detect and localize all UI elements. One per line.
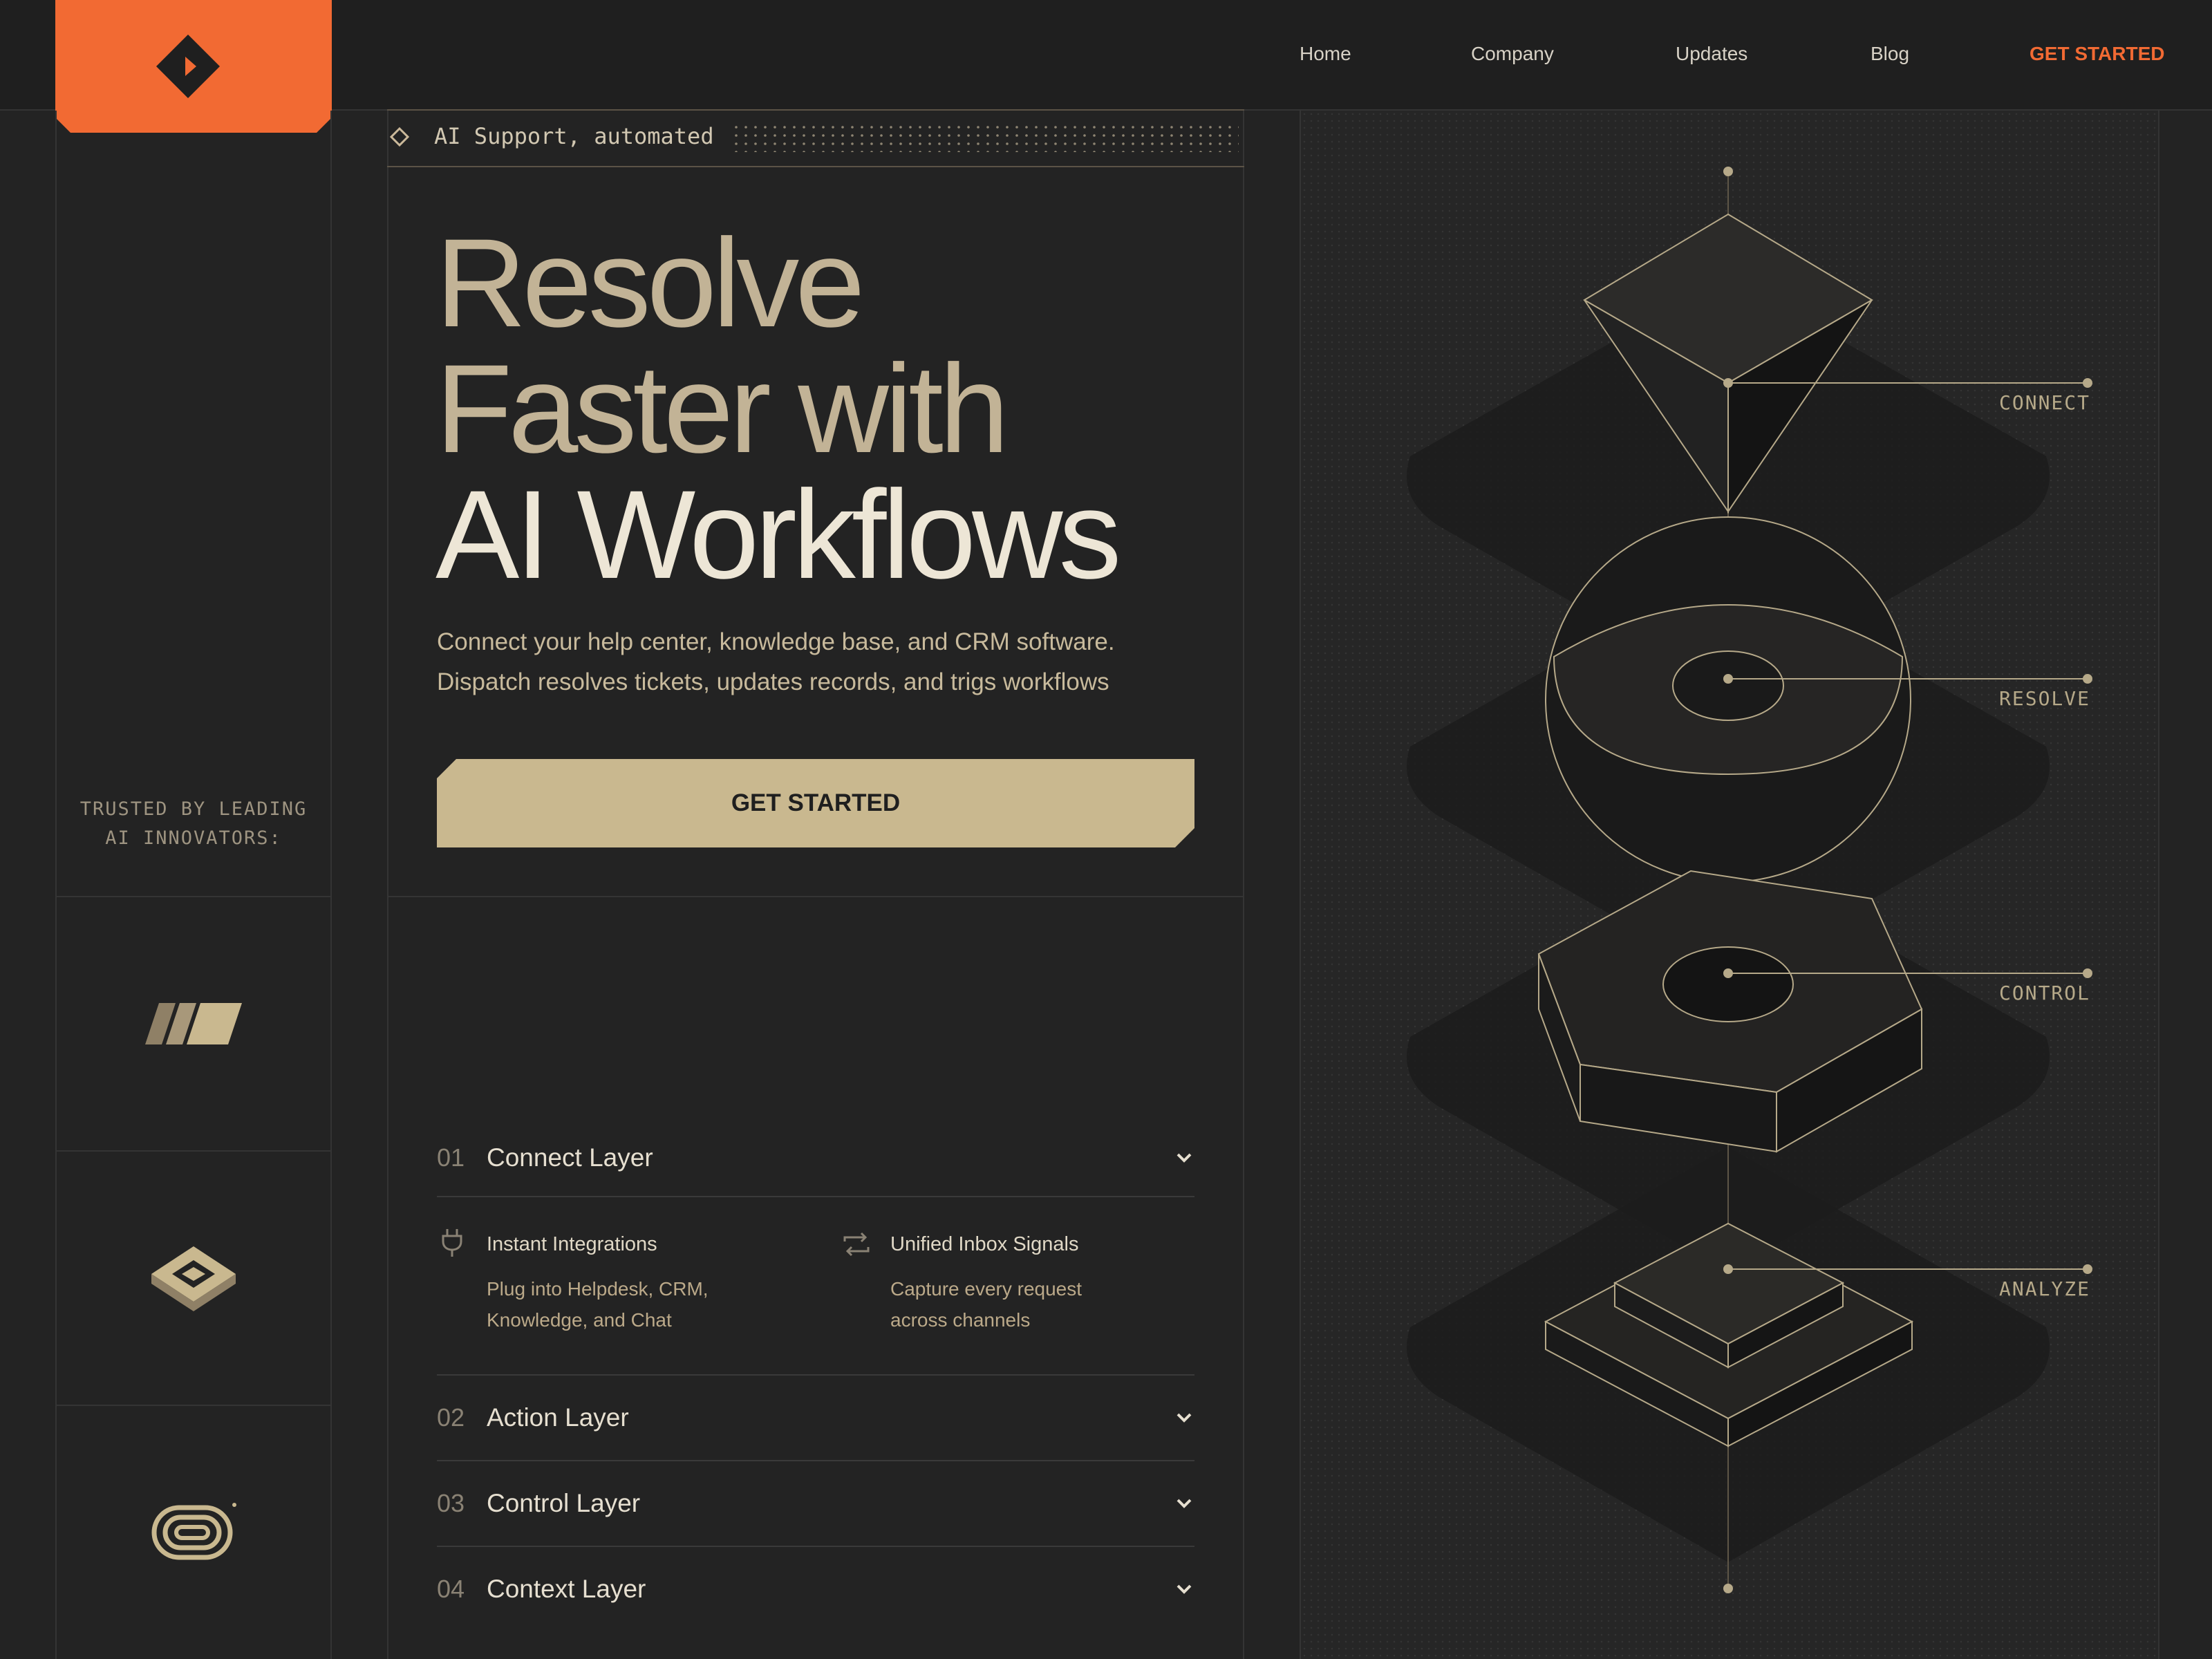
- accordion-number: 03: [437, 1489, 465, 1517]
- nav-company-link[interactable]: Company: [1471, 43, 1554, 65]
- stacked-layers-logo-icon: [151, 1246, 236, 1311]
- nav-get-started-link[interactable]: GET STARTED: [2030, 43, 2164, 65]
- accordion-item-connect-layer[interactable]: 01 Connect Layer: [437, 1120, 1194, 1197]
- feature-title: Instant Integrations: [487, 1233, 657, 1255]
- partner-logo-cell: [55, 1150, 332, 1405]
- hero-description: Connect your help center, knowledge base…: [437, 622, 1232, 702]
- description-line: Connect your help center, knowledge base…: [437, 628, 1115, 655]
- accordion-item-action-layer[interactable]: 02 Action Layer: [437, 1376, 1194, 1461]
- plug-icon: [442, 1229, 462, 1257]
- layer-label-resolve: RESOLVE: [1999, 687, 2091, 710]
- layer-label-control: CONTROL: [1999, 982, 2091, 1004]
- nav-home-link[interactable]: Home: [1300, 43, 1351, 65]
- accordion-number: 01: [437, 1143, 465, 1172]
- accordion-title: Connect Layer: [487, 1143, 653, 1172]
- headline-line: Resolve: [435, 212, 865, 353]
- headline-line: AI Workflows: [435, 464, 1122, 605]
- partner-logo-cell: [55, 1405, 332, 1659]
- section-divider: [387, 896, 1244, 897]
- accordion-item-control-layer[interactable]: 03 Control Layer: [437, 1461, 1194, 1547]
- hero-headline: Resolve Faster with AI Workflows: [435, 220, 1230, 597]
- feature-description: Capture every request across channels: [890, 1273, 1222, 1335]
- trusted-label-line: TRUSTED BY LEADING: [79, 798, 308, 820]
- dot-pattern-decoration: [734, 124, 1239, 152]
- feature-title: Unified Inbox Signals: [890, 1233, 1079, 1255]
- headline-line: Faster with: [435, 338, 1009, 479]
- layer-label-connect: CONNECT: [1999, 391, 2091, 414]
- feature-description-line: Knowledge, and Chat: [487, 1309, 672, 1331]
- chevron-down-icon[interactable]: [1174, 1407, 1194, 1428]
- get-started-button[interactable]: GET STARTED: [437, 759, 1194, 847]
- tagline-text: AI Support, automated: [434, 123, 714, 149]
- column-divider: [1243, 111, 1244, 1659]
- brand-logo-icon: [156, 35, 220, 98]
- column-divider: [387, 111, 388, 1659]
- trusted-label-line: AI INNOVATORS:: [105, 827, 282, 849]
- stripes-logo-icon: [145, 1003, 242, 1044]
- feature-description-line: Plug into Helpdesk, CRM,: [487, 1278, 709, 1300]
- accordion-item-context-layer[interactable]: 04 Context Layer: [437, 1547, 1194, 1631]
- partner-logo-cell: [55, 896, 332, 1150]
- accordion-title: Action Layer: [487, 1403, 629, 1432]
- nav-blog-link[interactable]: Blog: [1871, 43, 1909, 65]
- feature-description-line: across channels: [890, 1309, 1031, 1331]
- feature-description: Plug into Helpdesk, CRM, Knowledge, and …: [487, 1273, 818, 1335]
- accordion-title: Context Layer: [487, 1575, 646, 1603]
- chevron-down-icon[interactable]: [1174, 1493, 1194, 1514]
- loop-logo-icon: [151, 1503, 236, 1560]
- accordion-number: 04: [437, 1575, 465, 1603]
- chevron-down-icon[interactable]: [1174, 1579, 1194, 1600]
- accordion-title: Control Layer: [487, 1489, 641, 1517]
- chevron-down-icon[interactable]: [1174, 1147, 1194, 1168]
- feature-description-line: Capture every request: [890, 1278, 1082, 1300]
- diamond-icon: [390, 127, 409, 147]
- layer-label-analyze: ANALYZE: [1999, 1277, 2091, 1300]
- nav-updates-link[interactable]: Updates: [1676, 43, 1747, 65]
- layer-stack-illustration: [1407, 167, 2092, 1593]
- accordion-number: 02: [437, 1403, 465, 1432]
- description-line: Dispatch resolves tickets, updates recor…: [437, 668, 1109, 695]
- sync-icon: [843, 1232, 870, 1257]
- trusted-by-label: TRUSTED BY LEADING AI INNOVATORS:: [55, 795, 332, 853]
